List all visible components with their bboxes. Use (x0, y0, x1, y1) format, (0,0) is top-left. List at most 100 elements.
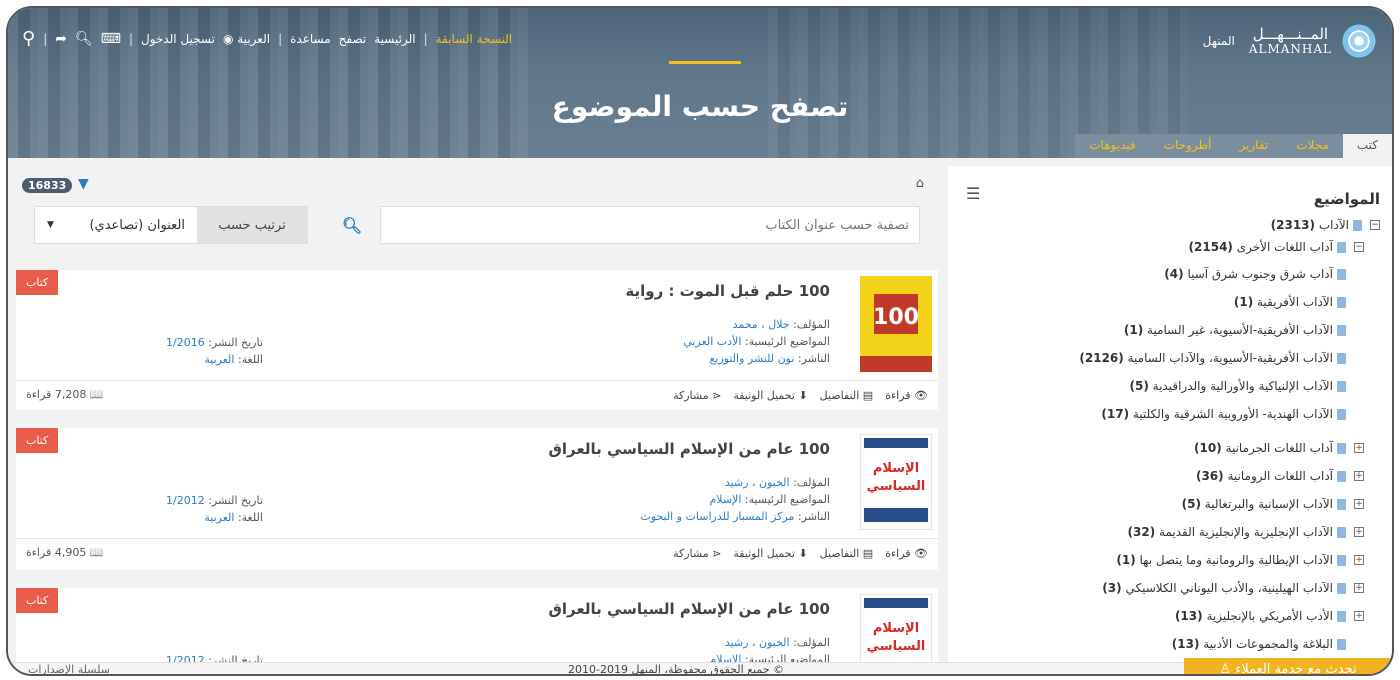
tree-node[interactable]: البلاغة والمجموعات الأدبية (13) (950, 630, 1380, 658)
book-title[interactable]: 100 حلم قبل الموت : رواية (625, 282, 830, 300)
keyboard-icon[interactable]: ⌨ (101, 32, 121, 46)
separator: | (278, 32, 283, 46)
tree-label: الآداب الإيطالية والرومانية وما يتصل بها (1139, 553, 1334, 567)
subject-link[interactable]: الإسلام (709, 493, 741, 506)
series-link[interactable]: سلسلة الإصدارات (28, 663, 110, 674)
type-badge: كتاب (16, 270, 59, 295)
subject-link[interactable]: الأدب العربي (683, 335, 741, 348)
tree-node[interactable]: + الآداب الهيلينية، والأدب اليوناني الكلا… (950, 574, 1380, 602)
book-icon (1337, 470, 1346, 482)
nav-help[interactable]: مساعدة (290, 32, 331, 46)
read-button[interactable]: 👁 قراءة (885, 547, 928, 560)
search-icon[interactable]: ⚲ (22, 30, 35, 48)
nav-language[interactable]: العربية ◉ (223, 32, 270, 46)
book-icon (1353, 219, 1362, 231)
book-cover-image[interactable]: الإسلام السياسي (860, 594, 932, 662)
download-button[interactable]: ⬇ تحميل الوثيقة (733, 389, 807, 402)
tree-node[interactable]: الآداب الإلنياكية والأورالية والدراقيدية… (950, 372, 1380, 400)
read-count: 📖 4,905 قراءة (26, 546, 104, 559)
sort-select[interactable]: ترتيب حسب العنوان (تصاعدي) ▼ (34, 206, 308, 244)
expand-icon[interactable]: + (1354, 555, 1364, 565)
filter-icon[interactable]: ▼ (78, 176, 89, 192)
tree-label: الآداب الأفريقية (1257, 295, 1333, 309)
download-button[interactable]: ⬇ تحميل الوثيقة (733, 547, 807, 560)
publisher-link[interactable]: نون للنشر والتوزيع (709, 352, 794, 365)
brand[interactable]: المــنـــهـــل ALMANHAL المنهل (1203, 20, 1380, 62)
tab-reports[interactable]: تقارير (1225, 134, 1282, 158)
tree-count: (1) (1123, 323, 1144, 337)
expand-icon[interactable]: + (1354, 499, 1364, 509)
tree-node[interactable]: + الآداب الإيطالية والرومانية وما يتصل به… (950, 546, 1380, 574)
expand-icon[interactable]: + (1354, 527, 1364, 537)
page-title: تصفح حسب الموضوع (551, 90, 849, 123)
collapse-icon[interactable]: − (1354, 242, 1364, 252)
tree-node[interactable]: آداب شرق وجنوب شرق آسيا (4) (950, 260, 1380, 288)
author-label: المؤلف: (793, 476, 830, 489)
tree-node[interactable]: الآداب الأفريقية-الأسيوية، غير السامية (… (950, 316, 1380, 344)
almanhal-logo-icon (1338, 20, 1380, 62)
tree-node[interactable]: + الآداب الإنجليزية والإنجليزية القديمة (… (950, 518, 1380, 546)
nav-previous-version[interactable]: النسخة السابقة (436, 32, 513, 46)
sort-value-box[interactable]: العنوان (تصاعدي) ▼ (35, 207, 197, 243)
book-cover-image[interactable]: 100 (860, 276, 932, 372)
tree-node[interactable]: الآداب الأفريقية-الأسيوية، والآداب السام… (950, 344, 1380, 372)
book-title[interactable]: 100 عام من الإسلام السياسي بالعراق (549, 440, 831, 458)
type-badge: كتاب (16, 428, 59, 453)
sliders-icon[interactable]: ☰ (966, 184, 980, 203)
tab-theses[interactable]: أطروحات (1150, 134, 1226, 158)
author-link[interactable]: جلال ، محمد (733, 318, 790, 331)
read-button[interactable]: 👁 قراءة (885, 389, 928, 402)
tree-node[interactable]: + آداب اللغات الجرمانية (10) (950, 434, 1380, 462)
share-button[interactable]: ⋖ مشاركة (673, 547, 721, 560)
tree-count: (5) (1129, 379, 1149, 393)
share-button[interactable]: ⋖ مشاركة (673, 389, 721, 402)
tree-node[interactable]: + آداب اللغات الرومانية (36) (950, 462, 1380, 490)
pub-date: 1/2012 (166, 654, 205, 662)
read-count-value: 7,208 قراءة (26, 388, 87, 401)
tree-count: (5) (1181, 497, 1201, 511)
sort-label: ترتيب حسب (197, 207, 307, 243)
author-link[interactable]: الخيون ، رشيد (725, 476, 790, 489)
globe-icon: ◉ (222, 32, 234, 46)
publisher-link[interactable]: مركز المسبار للدراسات و البحوث (640, 510, 794, 523)
tree-node[interactable]: − الآداب (2313) (950, 216, 1380, 234)
tree-node[interactable]: + الأدب الأمريكي بالإنجليزية (13) (950, 602, 1380, 630)
expand-icon[interactable]: + (1354, 471, 1364, 481)
search-icon[interactable]: 🔍︎ (75, 32, 93, 46)
tree-label: الآداب (1318, 218, 1349, 232)
nav-home[interactable]: الرئيسية (374, 32, 415, 46)
chat-label: تحدث مع خدمة العملاء (1235, 661, 1357, 676)
expand-icon[interactable]: + (1354, 611, 1364, 621)
tree-label: الآداب الإنجليزية والإنجليزية القديمة (1159, 525, 1333, 539)
book-title[interactable]: 100 عام من الإسلام السياسي بالعراق (549, 600, 831, 618)
home-icon[interactable]: ⌂ (916, 176, 924, 191)
tree-count: (1) (1233, 295, 1254, 309)
book-meta-secondary: تاريخ النشر: 1/2016 اللغة: العربية (166, 334, 263, 368)
tree-node[interactable]: الآداب الهندية- الأوروبية الشرقية والكلت… (950, 400, 1380, 428)
author-link[interactable]: الخيون ، رشيد (725, 636, 790, 649)
sidebar-title: المواضيع (1313, 190, 1380, 208)
tab-books[interactable]: كتب (1342, 134, 1392, 158)
svg-text:الإسلام: الإسلام (873, 621, 919, 636)
nav-browse[interactable]: تصفح (339, 32, 367, 46)
title-filter-input[interactable] (380, 206, 920, 244)
tree-node[interactable]: + الآداب الإسبانية والبرتغالية (5) (950, 490, 1380, 518)
tab-journals[interactable]: مجلات (1282, 134, 1343, 158)
book-icon (1337, 352, 1346, 364)
expand-icon[interactable]: + (1354, 583, 1364, 593)
search-icon[interactable]: 🔍︎ (324, 206, 380, 244)
tree-node[interactable]: الآداب الأفريقية (1) (950, 288, 1380, 316)
book-cover-image[interactable]: الإسلام السياسي (860, 434, 932, 530)
nav-login[interactable]: تسجيل الدخول (141, 32, 215, 46)
book-card: 100 100 حلم قبل الموت : رواية المؤلف: جل… (16, 270, 938, 410)
share-arrow-icon[interactable]: ➦ (55, 32, 67, 46)
details-button[interactable]: ▤ التفاصيل (820, 389, 874, 402)
customer-chat-button[interactable]: تحدث مع خدمة العملاء ♙ (1184, 658, 1392, 676)
tab-videos[interactable]: فيديوهات (1075, 134, 1149, 158)
expand-icon[interactable]: + (1354, 443, 1364, 453)
tree-node[interactable]: − آداب اللغات الأخرى (2154) (950, 234, 1380, 260)
collapse-icon[interactable]: − (1370, 220, 1380, 230)
svg-text:السياسي: السياسي (867, 639, 926, 654)
subject-link[interactable]: الإسلام (709, 653, 741, 662)
details-button[interactable]: ▤ التفاصيل (820, 547, 874, 560)
